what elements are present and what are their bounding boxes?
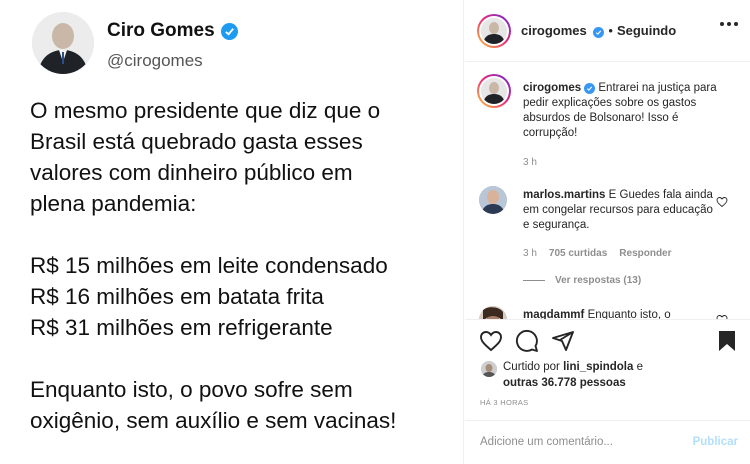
verified-badge-icon: [593, 27, 605, 38]
following-button[interactable]: Seguindo: [617, 23, 676, 38]
comment-username[interactable]: marlos.martins: [523, 189, 605, 201]
comment-like-heart-icon[interactable]: [716, 314, 728, 320]
tweet-author-name: Ciro Gomes: [107, 20, 238, 42]
tweet-handle: @cirogomes: [107, 51, 203, 70]
caption-time: 3 h: [523, 157, 537, 168]
add-comment-bar: Adicione um comentário... Publicar: [465, 420, 750, 464]
tweet-avatar: [32, 12, 94, 74]
tweet-text: O mesmo presidente que diz que o Brasil …: [30, 95, 455, 436]
caption-avatar[interactable]: [477, 74, 511, 108]
comment-text: Enquanto isto, o: [587, 309, 671, 320]
publish-button[interactable]: Publicar: [693, 436, 738, 448]
comment-likes[interactable]: 705 curtidas: [549, 248, 607, 259]
view-replies-button[interactable]: Ver respostas (13): [523, 275, 641, 286]
tweet-line: Enquanto isto, o povo sofre sem: [30, 377, 353, 402]
view-replies-label[interactable]: Ver respostas (13): [555, 275, 641, 286]
comment-meta: 3 h 705 curtidas Responder: [523, 248, 672, 259]
post-timestamp[interactable]: HÁ 3 HORAS: [480, 398, 528, 407]
caption: cirogomes Entrarei na justiça para pedir…: [523, 81, 728, 141]
comment-time: 3 h: [523, 248, 537, 259]
liked-by-others[interactable]: outras 36.778 pessoas: [503, 377, 626, 389]
tweet-line-gap: [30, 343, 455, 374]
liked-by: Curtido por lini_spindola e outras 36.77…: [477, 360, 742, 394]
comment-avatar[interactable]: [479, 306, 507, 319]
share-icon[interactable]: [551, 329, 575, 353]
tweet-line: oxigênio, sem auxílio e sem vacinas!: [30, 408, 397, 433]
tweet-line: plena pandemia:: [30, 191, 197, 216]
comment-icon[interactable]: [515, 329, 539, 353]
separator-dot: •: [608, 23, 613, 38]
liked-by-prefix: Curtido por: [503, 361, 560, 373]
verified-badge-icon: [220, 22, 238, 40]
tweet-line: R$ 15 milhões em leite condensado: [30, 253, 388, 278]
tweet-line: R$ 31 milhões em refrigerante: [30, 315, 333, 340]
tweet-author-name-text: Ciro Gomes: [107, 20, 215, 41]
post-image[interactable]: Ciro Gomes @cirogomes O mesmo presidente…: [0, 0, 464, 464]
comment-username[interactable]: magdammf: [523, 309, 584, 319]
author-avatar[interactable]: [477, 13, 511, 48]
reply-button[interactable]: Responder: [619, 248, 671, 259]
post-details-panel: cirogomes • Seguindo cirogomes Entrarei …: [465, 0, 750, 464]
tweet-line: valores com dinheiro público em: [30, 160, 353, 185]
replies-line: [523, 280, 545, 281]
tweet-line-gap: [30, 219, 455, 250]
verified-badge-icon: [584, 83, 596, 94]
comment: magdammf Enquanto isto, o: [523, 308, 713, 320]
caption-username[interactable]: cirogomes: [523, 82, 581, 94]
comment-like-heart-icon[interactable]: [716, 196, 728, 208]
post-actions: [477, 325, 739, 357]
tweet-line: O mesmo presidente que diz que o: [30, 98, 381, 123]
comment-avatar[interactable]: [479, 186, 507, 214]
like-heart-icon[interactable]: [479, 329, 503, 353]
tweet-line: R$ 16 milhões em batata frita: [30, 284, 324, 309]
comment: marlos.martins E Guedes fala ainda em co…: [523, 188, 713, 233]
save-bookmark-icon[interactable]: [715, 329, 739, 353]
liked-by-text: Curtido por lini_spindola e outras 36.77…: [503, 360, 643, 391]
comments-list[interactable]: cirogomes Entrarei na justiça para pedir…: [465, 62, 750, 320]
tweet-line: Brasil está quebrado gasta esses: [30, 129, 363, 154]
author-username[interactable]: cirogomes: [521, 23, 605, 38]
liker-avatar[interactable]: [481, 361, 497, 377]
liked-by-user[interactable]: lini_spindola: [563, 361, 633, 373]
add-comment-input[interactable]: Adicione um comentário...: [480, 436, 613, 448]
more-options-icon[interactable]: [720, 22, 738, 26]
liked-by-connector: e: [636, 361, 643, 373]
author-username-text[interactable]: cirogomes: [521, 23, 587, 38]
post-header: cirogomes • Seguindo: [465, 0, 750, 62]
